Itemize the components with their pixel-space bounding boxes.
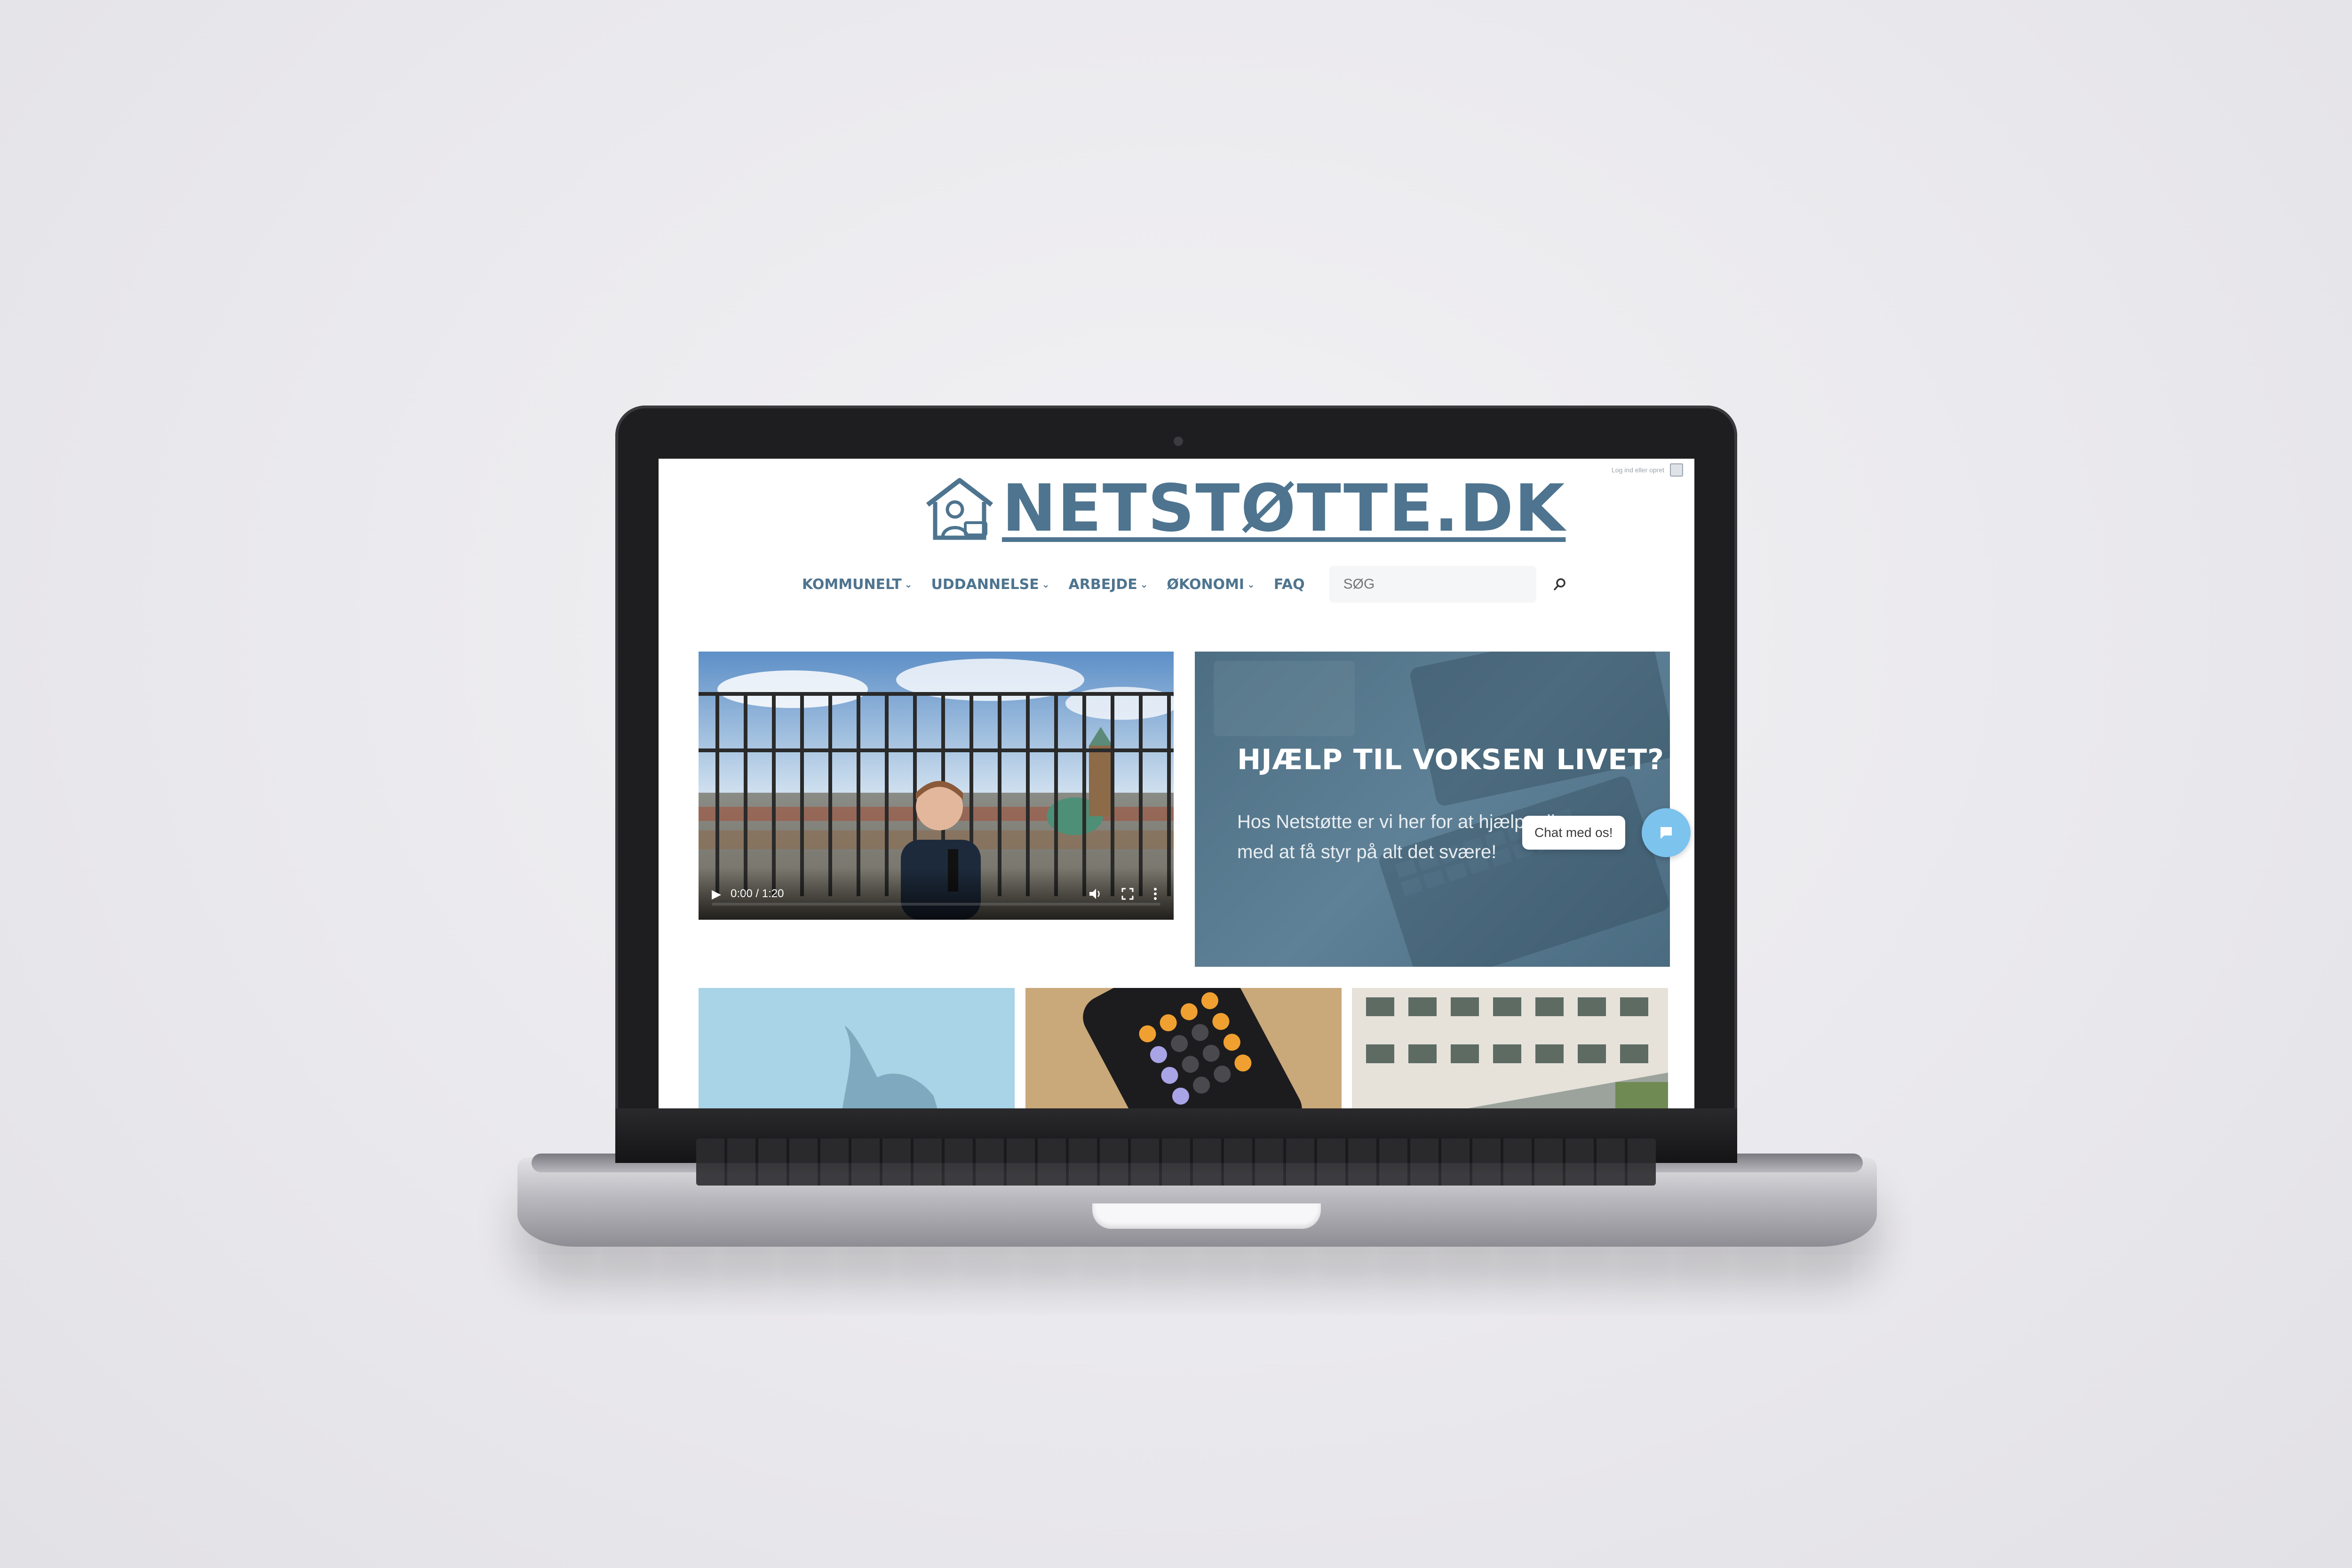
nav-label: UDDANNELSE — [931, 576, 1039, 593]
account-bar[interactable]: Log ind eller opret — [1612, 463, 1683, 477]
browser-screen: Log ind eller opret NETSTØTTE.DK KOMMUNE… — [659, 459, 1694, 1108]
chat-button[interactable] — [1642, 808, 1691, 857]
nav-label: FAQ — [1273, 576, 1305, 593]
laptop-notch — [1092, 1203, 1321, 1229]
chevron-down-icon: ⌄ — [1247, 579, 1255, 590]
site-title: NETSTØTTE.DK — [1002, 470, 1566, 546]
more-icon[interactable] — [1153, 887, 1158, 901]
site-logo[interactable]: NETSTØTTE.DK — [922, 476, 1565, 541]
nav-item-faq[interactable]: FAQ — [1274, 576, 1305, 593]
user-icon[interactable] — [1670, 463, 1683, 477]
video-controls: ▶ 0:00 / 1:20 — [699, 868, 1174, 920]
nav-item-okonomi[interactable]: ØKONOMI ⌄ — [1167, 576, 1255, 593]
search-input[interactable] — [1342, 576, 1536, 593]
fullscreen-icon[interactable] — [1121, 887, 1134, 900]
search-icon — [1553, 578, 1565, 590]
chat-prompt[interactable]: Chat med os! — [1522, 816, 1625, 850]
chevron-down-icon: ⌄ — [1041, 579, 1050, 590]
search-box[interactable] — [1329, 566, 1536, 603]
keyboard — [696, 1138, 1656, 1186]
chevron-down-icon: ⌄ — [1140, 579, 1148, 590]
volume-icon[interactable] — [1088, 887, 1102, 901]
nav-item-kommunelt[interactable]: KOMMUNELT ⌄ — [802, 576, 912, 593]
nav-label: ØKONOMI — [1167, 576, 1245, 593]
article-card[interactable] — [1025, 988, 1342, 1108]
hero-banner[interactable]: HJÆLP TIL VOKSEN LIVET? Hos Netstøtte er… — [1195, 652, 1670, 967]
calculator-photo — [1025, 988, 1342, 1108]
chevron-down-icon: ⌄ — [904, 579, 913, 590]
main-nav: KOMMUNELT ⌄ UDDANNELSE ⌄ ARBEJDE ⌄ ØKONO… — [802, 563, 1570, 605]
nav-item-uddannelse[interactable]: UDDANNELSE ⌄ — [931, 576, 1049, 593]
nav-item-arbejde[interactable]: ARBEJDE ⌄ — [1069, 576, 1148, 593]
hero-title: HJÆLP TIL VOKSEN LIVET? — [1237, 743, 1664, 776]
chat-icon — [1661, 827, 1672, 839]
article-card[interactable] — [1352, 988, 1668, 1108]
video-control-group — [1088, 887, 1158, 901]
building-photo — [1352, 988, 1668, 1108]
video-player[interactable]: ▶ 0:00 / 1:20 — [699, 652, 1174, 920]
play-icon[interactable]: ▶ — [712, 887, 721, 901]
search-button[interactable] — [1549, 574, 1570, 595]
mockup-stage: Log ind eller opret NETSTØTTE.DK KOMMUNE… — [0, 0, 2352, 1568]
nav-label: KOMMUNELT — [802, 576, 902, 593]
nav-label: ARBEJDE — [1068, 576, 1137, 593]
house-logo-icon — [926, 478, 993, 540]
video-time: 0:00 / 1:20 — [731, 887, 784, 900]
article-card[interactable] — [699, 988, 1015, 1108]
login-link[interactable]: Log ind eller opret — [1612, 466, 1664, 474]
hand-photo — [699, 988, 1015, 1108]
camera — [1174, 437, 1183, 446]
